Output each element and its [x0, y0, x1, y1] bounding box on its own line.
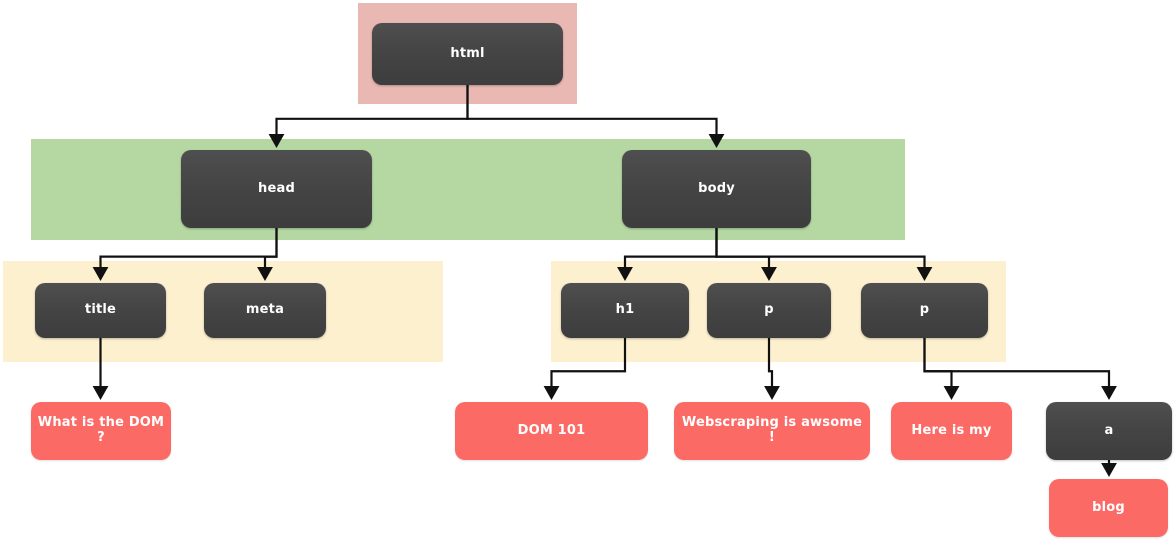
edge-body-p2: [715, 228, 933, 282]
edge-html-body: [466, 85, 725, 149]
node-label: DOM 101: [517, 422, 586, 438]
edge-head-meta: [257, 228, 278, 282]
node-h1[interactable]: h1: [561, 283, 689, 338]
node-label: p: [919, 302, 930, 318]
node-title[interactable]: title: [35, 283, 166, 338]
edge-p1-text: [764, 338, 780, 401]
node-p1[interactable]: p: [707, 283, 831, 338]
node-label: h1: [615, 302, 635, 318]
edge-body-h1: [617, 228, 718, 282]
node-label: blog: [1092, 499, 1125, 515]
node-label: Webscraping is awsome !: [681, 415, 863, 445]
edge-body-p1: [715, 228, 777, 282]
node-t-a[interactable]: blog: [1049, 479, 1168, 537]
node-head[interactable]: head: [181, 150, 372, 228]
node-label: Here is my: [911, 422, 992, 438]
node-label: body: [698, 180, 735, 196]
node-t-h1[interactable]: DOM 101: [455, 402, 648, 460]
edge-p2-text: [923, 338, 960, 401]
dom-tree-diagram: html head body title meta h1 p p a What is the DO…: [0, 0, 1175, 541]
node-t-p2[interactable]: Here is my: [891, 402, 1012, 460]
node-html[interactable]: html: [372, 23, 563, 85]
node-label: head: [258, 180, 295, 196]
node-label: a: [1104, 422, 1114, 438]
edge-head-title: [92, 228, 278, 282]
node-a[interactable]: a: [1046, 402, 1172, 460]
edge-h1-text: [543, 338, 627, 401]
node-p2[interactable]: p: [861, 283, 988, 338]
node-label: html: [450, 45, 485, 61]
node-body[interactable]: body: [622, 150, 811, 228]
node-label: p: [764, 302, 774, 318]
node-label: title: [84, 302, 117, 318]
node-meta[interactable]: meta: [204, 283, 326, 338]
node-t-p1[interactable]: Webscraping is awsome !: [674, 402, 870, 460]
node-label: meta: [245, 302, 285, 318]
edge-html-head: [268, 85, 469, 149]
node-label: What is the DOM ?: [37, 415, 165, 445]
node-t-title[interactable]: What is the DOM ?: [31, 402, 171, 460]
